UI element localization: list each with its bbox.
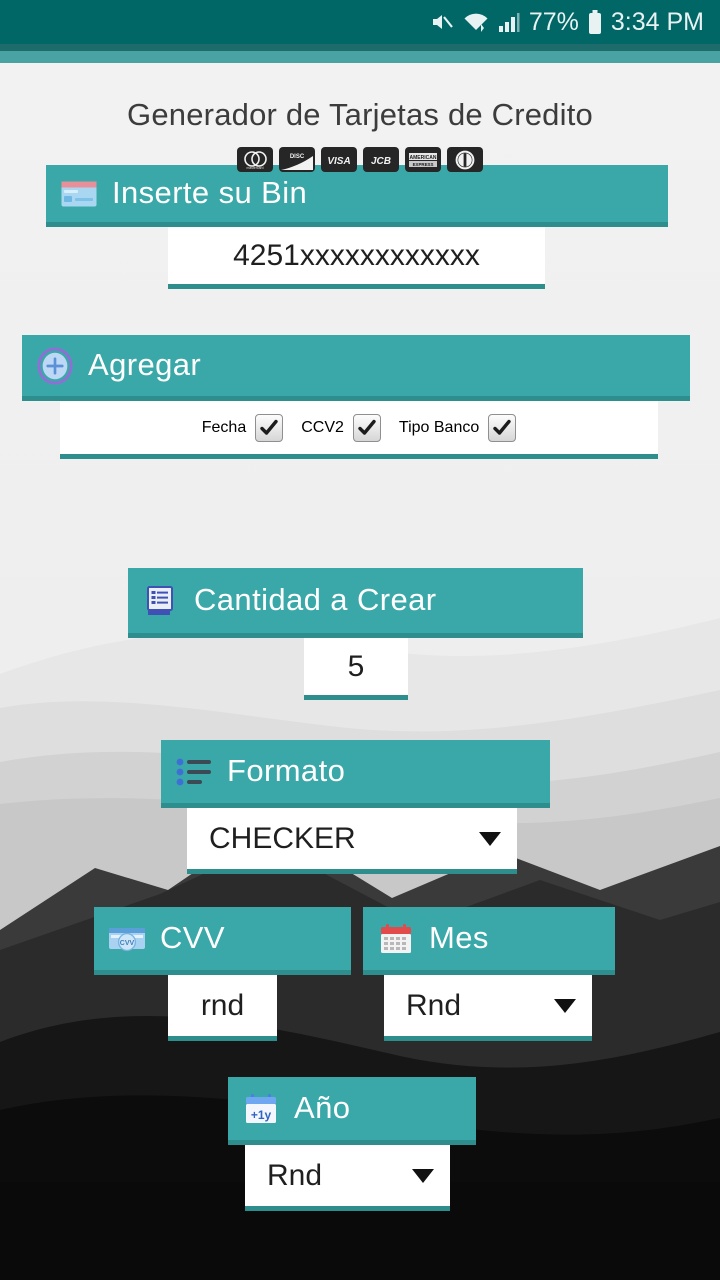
clock-label: 3:34 PM bbox=[610, 7, 704, 36]
formato-select-value: CHECKER bbox=[209, 821, 356, 855]
checkbox-item-fecha[interactable]: Fecha bbox=[201, 413, 284, 442]
cellular-signal-icon bbox=[498, 12, 520, 32]
cvv-header-bar: CVV CVV bbox=[94, 907, 351, 975]
diners-club-icon bbox=[447, 147, 483, 172]
status-bar-shadow-strip bbox=[0, 44, 720, 51]
chevron-down-icon[interactable] bbox=[554, 998, 576, 1013]
svg-text:EXPRESS: EXPRESS bbox=[413, 162, 434, 167]
ano-header-bar: +1y Año bbox=[228, 1077, 476, 1145]
status-bar: 77% 3:34 PM bbox=[0, 0, 720, 44]
chevron-down-icon[interactable] bbox=[412, 1168, 434, 1183]
mes-select-value: Rnd bbox=[406, 988, 462, 1022]
svg-text:+1y: +1y bbox=[251, 1108, 272, 1122]
mes-header-bar: Mes bbox=[363, 907, 615, 975]
bin-input-value: 4251xxxxxxxxxxxx bbox=[233, 238, 480, 272]
formato-select[interactable]: CHECKER bbox=[187, 808, 517, 874]
cvv-input-value: rnd bbox=[200, 988, 245, 1022]
agregar-header-bar: Agregar bbox=[22, 335, 690, 401]
svg-text:VISA: VISA bbox=[327, 156, 350, 167]
ano-label: Año bbox=[294, 1089, 351, 1125]
svg-text:AMERICAN: AMERICAN bbox=[410, 155, 437, 161]
agregar-label: Agregar bbox=[88, 346, 202, 382]
chevron-down-icon[interactable] bbox=[479, 831, 501, 846]
svg-text:JCB: JCB bbox=[371, 156, 391, 167]
mes-select[interactable]: Rnd bbox=[384, 975, 592, 1041]
bin-header-bar: Inserte su Bin bbox=[46, 165, 668, 227]
checkbox-item-ccv2[interactable]: CCV2 bbox=[301, 413, 381, 442]
cantidad-input-value: 5 bbox=[347, 649, 365, 683]
bin-label: Inserte su Bin bbox=[112, 174, 308, 210]
field-group-formato: Formato CHECKER bbox=[161, 740, 550, 874]
jcb-icon: JCB bbox=[363, 147, 399, 172]
checkbox-label-fecha: Fecha bbox=[201, 418, 247, 436]
formato-header-bar: Formato bbox=[161, 740, 550, 808]
checkbox-fecha[interactable] bbox=[255, 413, 284, 442]
discover-icon: DISC bbox=[279, 147, 315, 172]
app-screen: 77% 3:34 PM Generador de Tarjetas de Cre… bbox=[0, 0, 720, 1280]
mastercard-icon: mastercard bbox=[237, 147, 273, 172]
bin-input[interactable]: 4251xxxxxxxxxxxx bbox=[168, 227, 545, 289]
cantidad-input[interactable]: 5 bbox=[304, 638, 408, 700]
svg-text:mastercard: mastercard bbox=[247, 166, 264, 170]
main-content: Generador de Tarjetas de Credito masterc… bbox=[0, 63, 720, 172]
ano-select-value: Rnd bbox=[267, 1158, 323, 1192]
credit-card-icon bbox=[60, 175, 98, 213]
cantidad-header-bar: Cantidad a Crear bbox=[128, 568, 583, 638]
mes-label: Mes bbox=[429, 919, 489, 955]
cvv-card-icon: CVV bbox=[108, 920, 146, 958]
svg-text:CVV: CVV bbox=[120, 940, 135, 947]
formato-label: Formato bbox=[227, 752, 346, 788]
field-group-agregar: Agregar Fecha CCV2 Tipo Banco bbox=[22, 335, 690, 459]
calendar-icon bbox=[377, 920, 415, 958]
bulleted-list-icon bbox=[175, 753, 213, 791]
battery-icon bbox=[588, 10, 602, 34]
cantidad-label: Cantidad a Crear bbox=[194, 581, 437, 617]
amex-icon: AMERICAN EXPRESS bbox=[405, 147, 441, 172]
checkbox-label-tipo-banco: Tipo Banco bbox=[398, 418, 480, 436]
checkbox-label-ccv2: CCV2 bbox=[301, 418, 344, 436]
calendar-plus-year-icon: +1y bbox=[242, 1090, 280, 1128]
cvv-input[interactable]: rnd bbox=[168, 975, 277, 1041]
field-group-cantidad: Cantidad a Crear 5 bbox=[128, 568, 583, 700]
svg-text:DISC: DISC bbox=[290, 154, 305, 160]
field-group-mes: Mes Rnd bbox=[363, 907, 615, 1041]
wifi-icon bbox=[463, 11, 489, 33]
checkbox-tipo-banco[interactable] bbox=[488, 413, 517, 442]
list-document-icon bbox=[142, 582, 180, 620]
battery-percent-label: 77% bbox=[528, 7, 579, 36]
plus-circle-icon bbox=[36, 346, 74, 385]
ano-select[interactable]: Rnd bbox=[245, 1145, 450, 1211]
card-brand-logos: mastercard DISC VISA JCB AMERICAN EXPRES… bbox=[0, 147, 720, 172]
page-title: Generador de Tarjetas de Credito bbox=[127, 97, 593, 132]
checkbox-item-tipo-banco[interactable]: Tipo Banco bbox=[398, 413, 517, 442]
field-group-cvv: CVV CVV rnd bbox=[94, 907, 351, 1041]
checkbox-ccv2[interactable] bbox=[352, 413, 381, 442]
visa-icon: VISA bbox=[321, 147, 357, 172]
field-group-bin: Inserte su Bin 4251xxxxxxxxxxxx bbox=[46, 165, 668, 289]
agregar-checkbox-row: Fecha CCV2 Tipo Banco bbox=[60, 401, 658, 459]
mute-icon bbox=[430, 10, 454, 34]
cvv-label: CVV bbox=[160, 919, 225, 955]
field-group-ano: +1y Año Rnd bbox=[228, 1077, 476, 1211]
accent-strip bbox=[0, 51, 720, 63]
